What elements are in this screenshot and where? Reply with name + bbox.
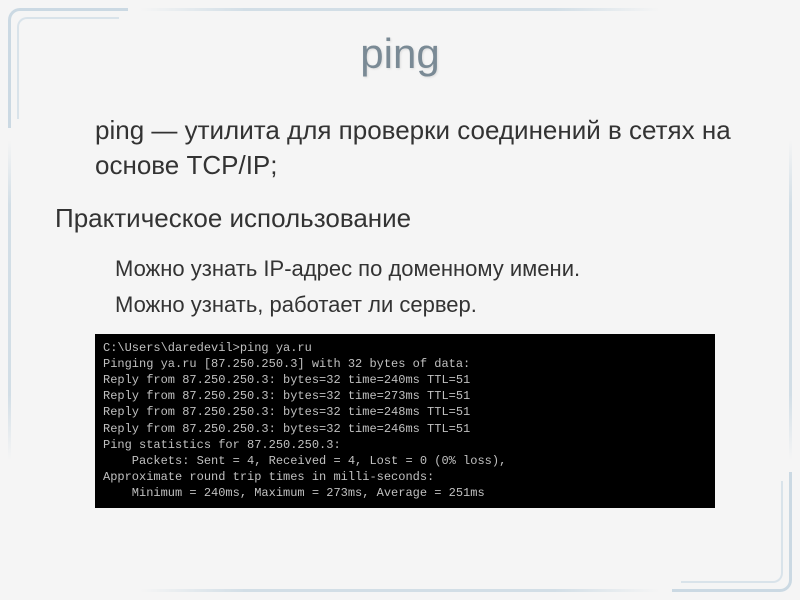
terminal-line: Minimum = 240ms, Maximum = 273ms, Averag… bbox=[103, 485, 707, 501]
frame-edge-right bbox=[789, 140, 792, 460]
terminal-line: Reply from 87.250.250.3: bytes=32 time=2… bbox=[103, 404, 707, 420]
frame-edge-left bbox=[8, 140, 11, 460]
slide-title: ping bbox=[55, 30, 745, 78]
slide-content: ping ping — утилита для проверки соедине… bbox=[55, 30, 745, 508]
terminal-line: Ping statistics for 87.250.250.3: bbox=[103, 437, 707, 453]
terminal-line: Approximate round trip times in milli-se… bbox=[103, 469, 707, 485]
terminal-line: C:\Users\daredevil>ping ya.ru bbox=[103, 340, 707, 356]
usage-heading: Практическое использование bbox=[55, 201, 745, 236]
frame-edge-bottom bbox=[140, 589, 660, 592]
definition-text: ping — утилита для проверки соединений в… bbox=[55, 113, 745, 183]
usage-bullet-2: Можно узнать, работает ли сервер. bbox=[55, 290, 745, 320]
terminal-output: C:\Users\daredevil>ping ya.ruPinging ya.… bbox=[95, 334, 715, 508]
terminal-line: Reply from 87.250.250.3: bytes=32 time=2… bbox=[103, 421, 707, 437]
frame-edge-top bbox=[140, 8, 660, 11]
terminal-line: Reply from 87.250.250.3: bytes=32 time=2… bbox=[103, 372, 707, 388]
terminal-line: Reply from 87.250.250.3: bytes=32 time=2… bbox=[103, 388, 707, 404]
usage-bullet-1: Можно узнать IP-адрес по доменному имени… bbox=[55, 254, 745, 284]
terminal-line: Pinging ya.ru [87.250.250.3] with 32 byt… bbox=[103, 356, 707, 372]
terminal-line: Packets: Sent = 4, Received = 4, Lost = … bbox=[103, 453, 707, 469]
